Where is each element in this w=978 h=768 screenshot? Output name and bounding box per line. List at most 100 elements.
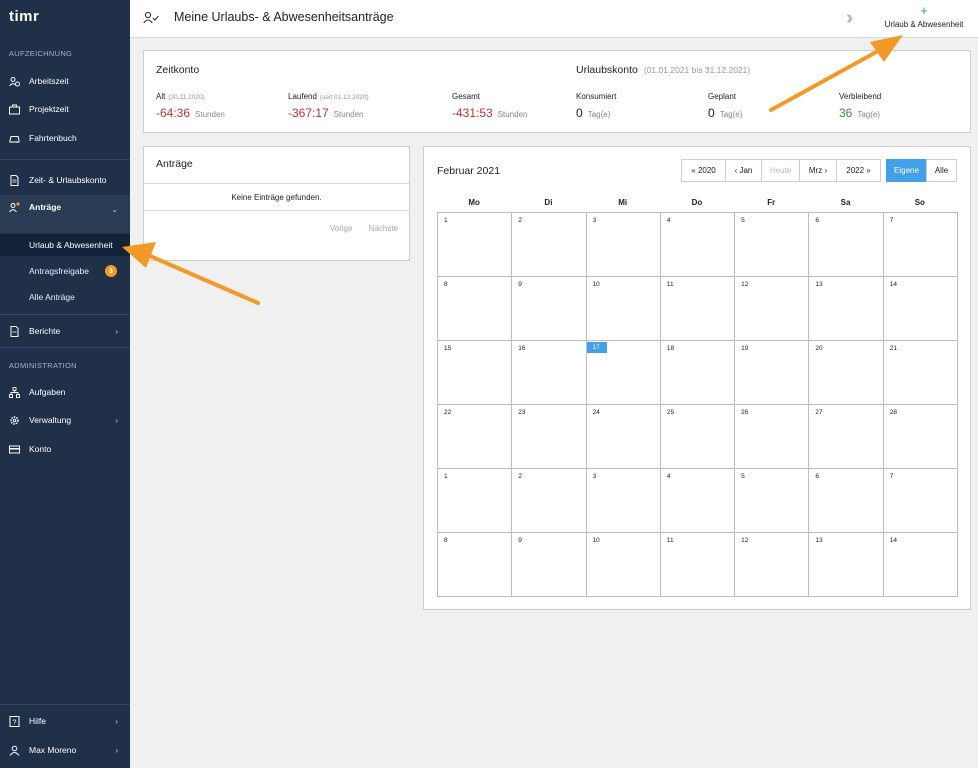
sidebar-item-antraege[interactable]: Anträge ⌄ [0,195,130,233]
sidebar: timr AUFZEICHNUNG Arbeitszeit Projektzei… [0,0,130,768]
day-number: 18 [666,345,675,352]
calendar-filter: Eigene Alle [886,159,957,182]
day-number: 5 [741,473,745,480]
calendar-day[interactable]: 13 [809,533,884,597]
account-summary-card: Zeitkonto Alt (30.11.2020) -64:36 Stunden … [143,50,971,133]
calendar-day[interactable]: 20 [809,341,884,405]
konsumiert-value: 0 Tag(e) [576,106,611,120]
calendar-day[interactable]: 10 [586,277,661,341]
sidebar-item-hilfe[interactable]: ? Hilfe › [0,709,130,733]
day-number: 3 [592,217,597,224]
gesamt-label: Gesamt [452,92,481,101]
calendar-day[interactable]: 14 [883,277,958,341]
calendar-day[interactable]: 4 [660,469,736,533]
calendar-day[interactable]: 3 [586,469,661,533]
calendar-day[interactable]: 19 [735,341,810,405]
calendar-day[interactable]: 21 [883,341,958,405]
calendar-day[interactable]: 2 [512,469,587,533]
calendar-day[interactable]: 13 [809,277,884,341]
chevron-right-icon: › [115,326,118,336]
sidebar-item-arbeitszeit[interactable]: Arbeitszeit [0,69,130,93]
calendar-day[interactable]: 7 [883,213,958,277]
prev-month-button[interactable]: ‹ Jan [725,159,762,182]
calendar-day[interactable]: 23 [512,405,587,469]
requests-title: Anträge [156,158,193,170]
sidebar-item-label: Anträge [29,202,62,212]
weekday-label: So [914,198,925,207]
calendar-day[interactable]: 1 [438,213,513,277]
sidebar-item-projektzeit[interactable]: Projektzeit [0,97,130,121]
calendar-day[interactable]: 16 [512,341,587,405]
weekday-label: Di [544,198,553,207]
sidebar-item-label: Hilfe [29,716,47,726]
calendar-day[interactable]: 6 [809,213,884,277]
chevron-right-icon: › [115,745,118,755]
calendar-day[interactable]: 9 [512,533,587,597]
sidebar-item-zeitkonto[interactable]: Zeit- & Urlaubskonto [0,168,130,192]
sidebar-divider [0,347,130,348]
calendar-day[interactable]: 9 [512,277,587,341]
calendar-day[interactable]: 18 [660,341,736,405]
sidebar-item-berichte[interactable]: Berichte › [0,319,130,343]
calendar-day[interactable]: 15 [438,341,513,405]
sidebar-item-fahrtenbuch[interactable]: Fahrtenbuch [0,126,130,150]
calendar-day[interactable]: 12 [735,277,810,341]
sidebar-item-user[interactable]: Max Moreno › [0,738,130,762]
calendar-day[interactable]: 2 [512,213,587,277]
credit-card-icon [9,444,20,455]
sidebar-item-verwaltung[interactable]: Verwaltung › [0,408,130,432]
sidebar-subitem-label: Antragsfreigabe [29,266,90,276]
filter-all-button[interactable]: Alle [926,159,957,182]
calendar-day[interactable]: 25 [660,405,736,469]
day-number: 11 [666,281,674,288]
sidebar-subitem-urlaub[interactable]: Urlaub & Abwesenheit [0,234,130,256]
day-number: 2 [518,217,522,224]
calendar-day[interactable]: 14 [883,533,958,597]
calendar-day[interactable]: 28 [883,405,958,469]
double-chevron-icon[interactable]: ›› [846,7,855,30]
calendar-day-today[interactable]: 17 [586,341,661,405]
day-number: 25 [666,409,675,416]
chevron-right-icon: › [115,716,118,726]
calendar-day[interactable]: 12 [735,533,810,597]
sidebar-item-label: Max Moreno [29,745,77,755]
today-button[interactable]: Heute [761,159,800,182]
calendar-day[interactable]: 5 [735,469,810,533]
prev-page-button[interactable]: Vorige [330,224,353,233]
help-icon: ? [9,715,20,727]
next-page-button[interactable]: Nächste [369,224,398,233]
calendar-day[interactable]: 1 [438,469,513,533]
prev-year-button[interactable]: « 2020 [681,159,726,182]
sidebar-item-konto[interactable]: Konto [0,437,130,461]
next-year-button[interactable]: 2022 » [836,159,881,182]
day-number: 13 [815,281,823,288]
calendar-day[interactable]: 24 [586,405,661,469]
chevron-down-icon: ⌄ [111,205,118,214]
calendar-day[interactable]: 26 [735,405,810,469]
calendar-day[interactable]: 8 [438,533,513,597]
day-number: 6 [815,217,820,224]
weekday-label: Do [691,198,703,207]
sidebar-divider [0,159,130,160]
calendar-day[interactable]: 11 [660,277,736,341]
calendar-day[interactable]: 3 [586,213,661,277]
calendar-day[interactable]: 5 [735,213,810,277]
app-logo[interactable]: timr [9,8,39,25]
calendar-title: Februar 2021 [437,165,501,177]
add-absence-button[interactable]: + Urlaub & Abwesenheit [876,4,972,34]
calendar-day[interactable]: 10 [586,533,661,597]
calendar-day[interactable]: 11 [660,533,736,597]
filter-own-button[interactable]: Eigene [886,159,927,182]
sidebar-subitem-antragsfreigabe[interactable]: Antragsfreigabe 3 [0,260,130,282]
day-number: 2 [518,473,522,480]
calendar-day[interactable]: 4 [660,213,736,277]
sidebar-item-aufgaben[interactable]: Aufgaben [0,380,130,404]
calendar-day[interactable]: 27 [809,405,884,469]
day-number: 16 [518,345,526,352]
next-month-button[interactable]: Mrz › [799,159,837,182]
calendar-day[interactable]: 8 [438,277,513,341]
calendar-day[interactable]: 7 [883,469,958,533]
sidebar-subitem-alle-antraege[interactable]: Alle Anträge [0,286,130,308]
calendar-day[interactable]: 6 [809,469,884,533]
calendar-day[interactable]: 22 [438,405,513,469]
